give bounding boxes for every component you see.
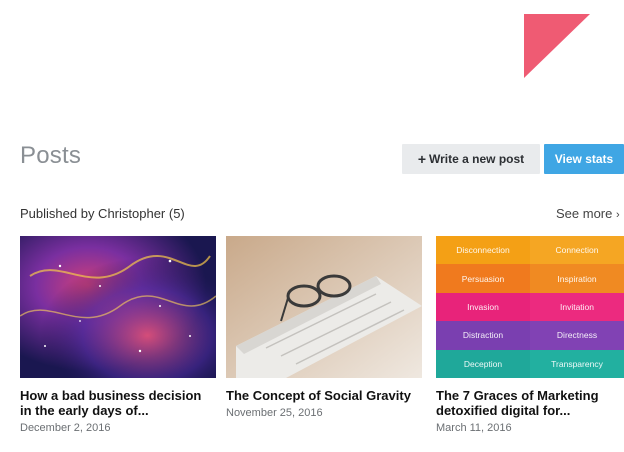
word-tile: Invasion bbox=[436, 292, 530, 322]
word-tile: Invitation bbox=[530, 292, 624, 322]
post-title[interactable]: The 7 Graces of Marketing detoxified dig… bbox=[436, 388, 624, 418]
plus-icon: + bbox=[417, 151, 427, 167]
view-stats-label: View stats bbox=[554, 152, 614, 166]
page-title: Posts bbox=[20, 142, 82, 169]
corner-flag-shape bbox=[524, 14, 590, 78]
word-tiles-image[interactable]: Disconnection Connection Persuasion Inspira… bbox=[436, 236, 624, 378]
word-tile: Inspiration bbox=[530, 264, 624, 293]
word-tile: Transparency bbox=[530, 349, 624, 378]
word-tile: Distraction bbox=[436, 321, 530, 350]
glasses-on-newspaper-image[interactable] bbox=[226, 236, 422, 378]
published-by-label: Published by Christopher (5) bbox=[20, 206, 185, 221]
post-card[interactable]: How a bad business decision in the early… bbox=[20, 236, 216, 434]
chevron-right-icon: › bbox=[616, 209, 620, 221]
see-more-link[interactable]: See more › bbox=[556, 206, 620, 221]
post-date: December 2, 2016 bbox=[20, 422, 111, 434]
view-stats-button[interactable]: View stats bbox=[544, 144, 624, 174]
write-new-post-label: Write a new post bbox=[429, 152, 525, 166]
post-date: November 25, 2016 bbox=[226, 407, 323, 419]
see-more-label: See more bbox=[556, 206, 613, 221]
word-tile: Connection bbox=[530, 236, 624, 265]
word-tile: Deception bbox=[436, 349, 530, 378]
word-tile: Directness bbox=[530, 321, 624, 350]
post-title[interactable]: How a bad business decision in the early… bbox=[20, 388, 216, 418]
post-card[interactable]: The Concept of Social Gravity November 2… bbox=[226, 236, 422, 419]
galaxy-nebula-image[interactable] bbox=[20, 236, 216, 378]
post-date: March 11, 2016 bbox=[436, 422, 512, 434]
post-card[interactable]: Disconnection Connection Persuasion Inspira… bbox=[436, 236, 624, 434]
post-title[interactable]: The Concept of Social Gravity bbox=[226, 388, 422, 403]
write-new-post-button[interactable]: + Write a new post bbox=[402, 144, 540, 174]
word-tile: Persuasion bbox=[436, 264, 530, 293]
word-tile: Disconnection bbox=[436, 236, 530, 265]
